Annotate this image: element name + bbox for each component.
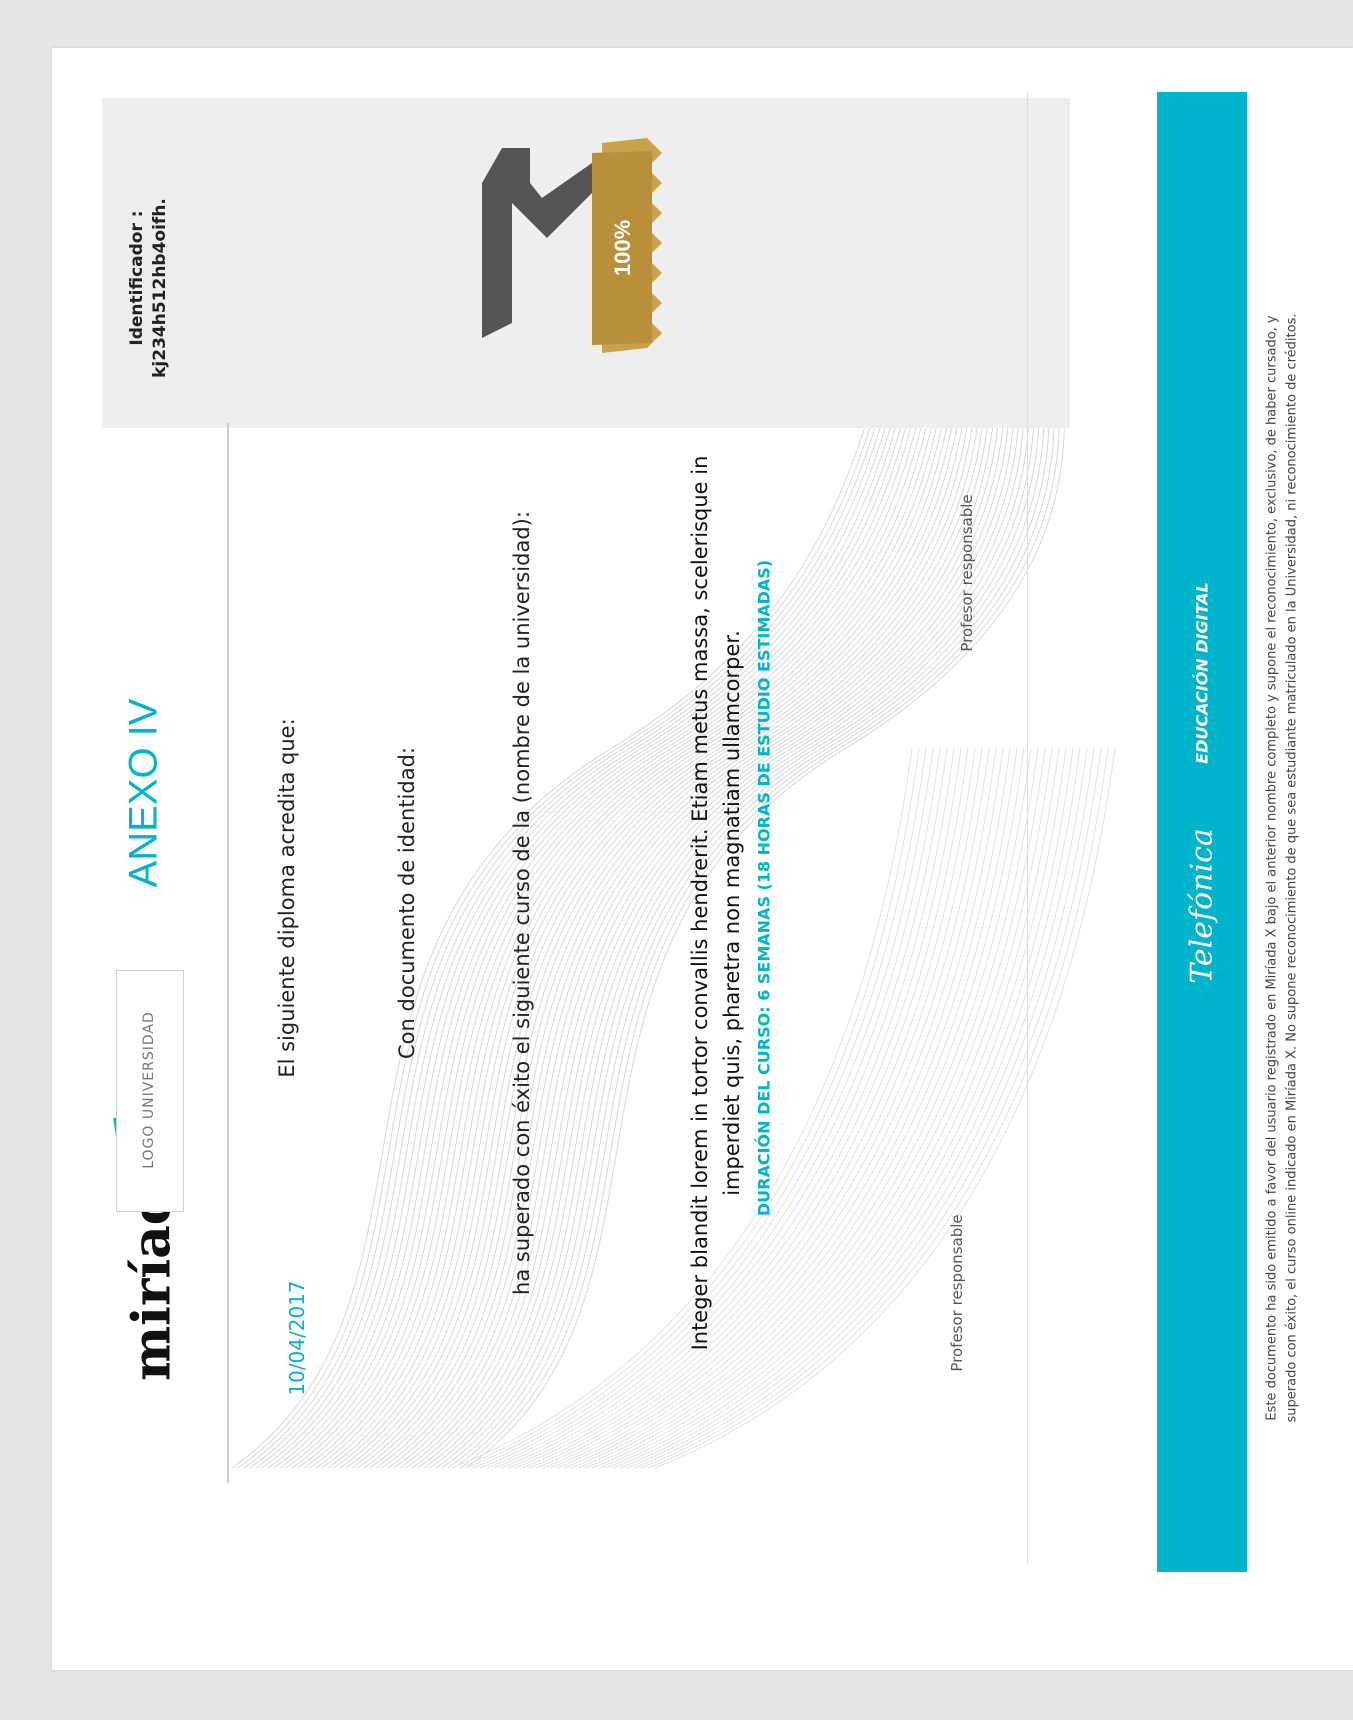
body-id-doc: Con documento de identidad: [395, 747, 419, 1059]
page-title: ANEXO IV [121, 698, 166, 888]
sponsor-logo: Telefónica [1184, 828, 1220, 984]
wave-line [584, 747, 1046, 1469]
university-logo-text: LOGO UNIVERSIDAD [141, 1011, 157, 1169]
course-line-2: imperdiet quis, pharetra non magnatiam u… [720, 630, 744, 1196]
issue-date: 10/04/2017 [285, 1280, 309, 1396]
wave-line [591, 747, 1053, 1469]
completion-badge-icon: 100% [482, 138, 662, 353]
disclaimer-line-1: Este documento ha sido emitido a favor d… [1264, 315, 1280, 1421]
wave-line [647, 747, 1109, 1469]
content-divider [1027, 93, 1028, 1563]
course-line-1: Integer blandit lorem in tortor convalli… [688, 455, 712, 1351]
wave-line [486, 747, 948, 1469]
body-course-intro: ha superado con éxito el siguiente curso… [510, 511, 534, 1295]
disclaimer-line-2: superado con éxito, el curso online indi… [1284, 313, 1300, 1423]
wave-line [521, 747, 983, 1469]
wave-line [605, 747, 1067, 1469]
badge-percent: 100% [610, 220, 635, 276]
signature-left: Profesor responsable [948, 1214, 966, 1372]
signature-right: Profesor responsable [958, 494, 976, 652]
certificate-page: Identificador : kj234h512hb4oifh. 100% m… [52, 48, 1353, 1670]
body-intro: El siguiente diploma acredita que: [275, 718, 299, 1078]
identifier-label: Identificador : [127, 210, 147, 346]
wave-line [577, 747, 1039, 1469]
footer-band-label: EDUCACIÓN DIGITAL [1192, 582, 1212, 764]
identifier-value: kj234h512hb4oifh. [150, 198, 170, 378]
wave-line [612, 747, 1074, 1469]
header-divider [227, 423, 229, 1483]
course-duration: DURACIÓN DEL CURSO: 6 SEMANAS (18 HORAS … [754, 559, 774, 1217]
wave-line [549, 747, 1011, 1469]
